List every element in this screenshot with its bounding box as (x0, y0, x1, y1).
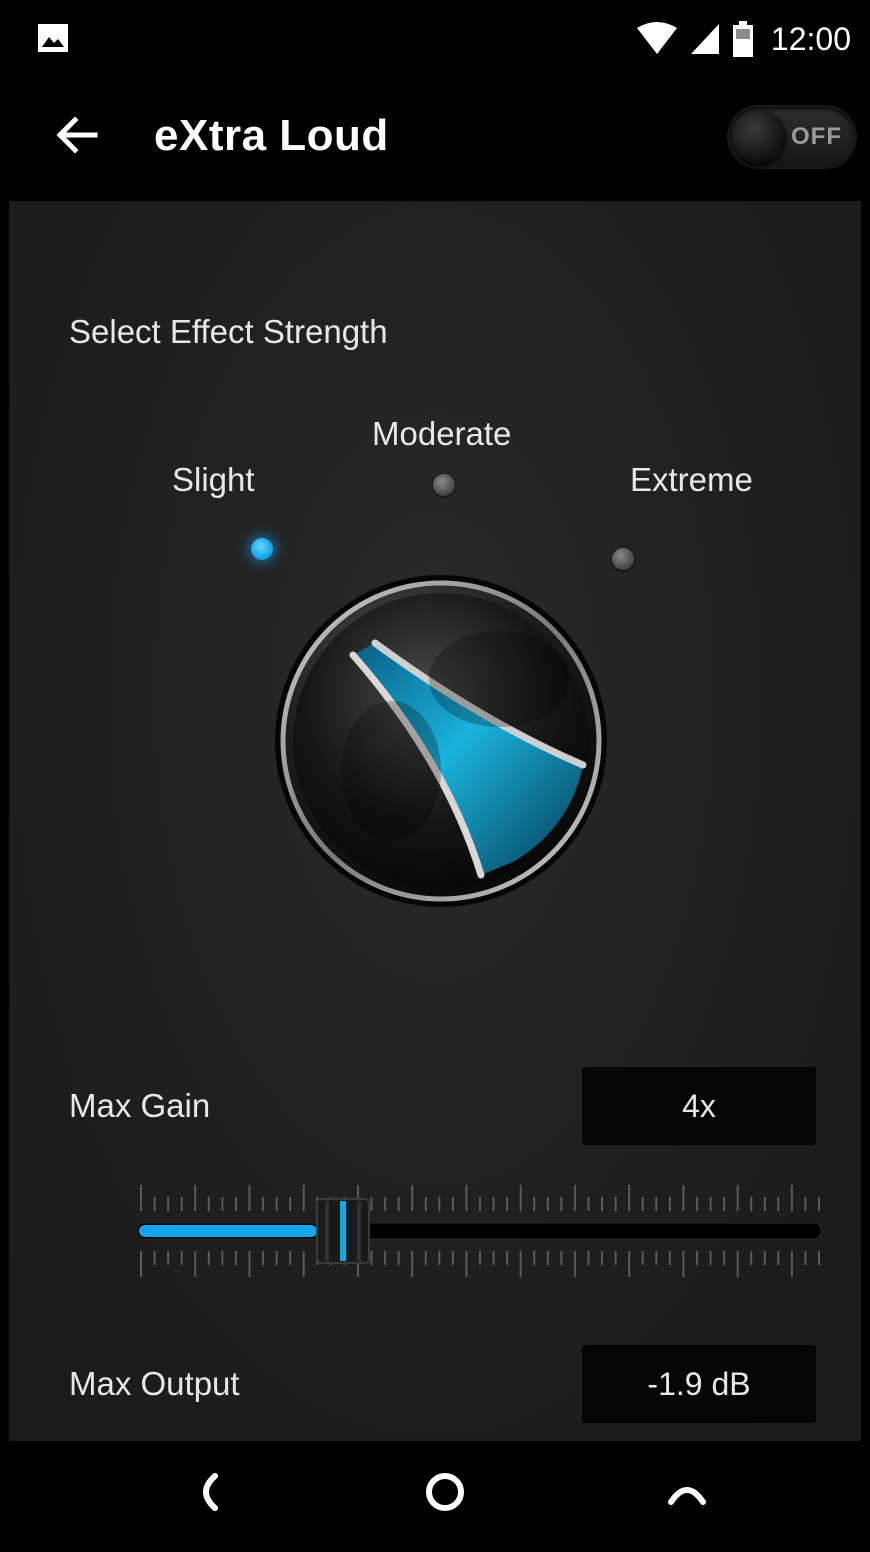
recents-nav-icon (668, 1487, 706, 1505)
slider-fill (139, 1225, 317, 1237)
gallery-icon (38, 24, 68, 52)
status-icons: 12:00 (635, 19, 851, 59)
max-gain-label: Max Gain (69, 1087, 211, 1124)
toggle-knob (732, 110, 786, 164)
battery-icon (732, 21, 753, 57)
option-moderate-indicator[interactable] (433, 474, 455, 496)
slider-ticks-top (140, 1185, 820, 1211)
main-content: Select Effect Strength Slight Moderate E… (9, 201, 861, 1441)
status-bar: 12:00 (9, 9, 861, 69)
page-title: eXtra Loud (154, 111, 389, 160)
max-gain-value: 4x (582, 1067, 816, 1145)
max-gain-slider[interactable] (129, 1181, 829, 1281)
signal-icon (690, 24, 719, 54)
option-slight-label[interactable]: Slight (172, 461, 255, 499)
phone-screen: 12:00 eXtra Loud OFF Select Effect Stren… (9, 9, 861, 1543)
back-nav-icon (203, 1473, 218, 1511)
nav-home-button[interactable] (415, 1467, 475, 1517)
slider-thumb[interactable] (316, 1198, 370, 1264)
home-nav-icon (426, 1473, 464, 1511)
max-output-value: -1.9 dB (582, 1345, 816, 1423)
back-button[interactable] (47, 109, 107, 161)
nav-recents-button[interactable] (657, 1467, 717, 1517)
status-time: 12:00 (770, 20, 851, 57)
slider-ticks-bottom (140, 1251, 820, 1277)
toggle-label: OFF (791, 123, 842, 150)
option-slight-indicator[interactable] (251, 538, 273, 560)
wifi-icon (636, 22, 677, 54)
effect-strength-heading: Select Effect Strength (69, 313, 388, 350)
app-bar: eXtra Loud OFF (9, 69, 861, 201)
option-moderate-label[interactable]: Moderate (372, 415, 511, 453)
max-output-label: Max Output (69, 1365, 240, 1402)
option-extreme-indicator[interactable] (612, 548, 634, 570)
nav-back-button[interactable] (176, 1467, 236, 1517)
option-extreme-label[interactable]: Extreme (630, 461, 753, 499)
navigation-bar (9, 1441, 861, 1543)
effect-strength-knob[interactable] (271, 571, 611, 911)
back-arrow-icon (56, 116, 98, 154)
enable-toggle[interactable]: OFF (729, 107, 855, 167)
